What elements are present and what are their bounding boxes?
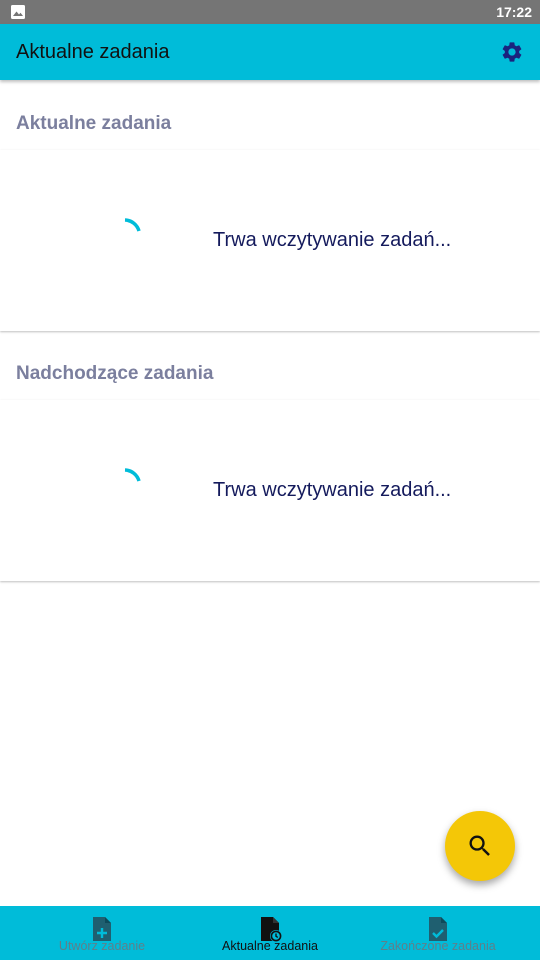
nav-current-tasks[interactable]: Aktualne zadania [180,906,360,960]
loading-spinner [124,468,141,482]
loading-spinner [124,218,141,232]
section-title-upcoming: Nadchodzące zadania [16,363,214,384]
nav-label: Utwórz zadanie [58,939,146,953]
nav-completed-tasks[interactable]: Zakończone zadania [348,906,528,960]
status-bar: 17:22 [0,0,540,24]
nav-create-task[interactable]: Utwórz zadanie [12,906,192,960]
page-title: Aktualne zadania [16,41,170,63]
search-button[interactable] [445,811,515,881]
loading-text: Trwa wczytywanie zadań... [213,229,452,251]
app-bar: Aktualne zadania [0,24,540,80]
section-title-current: Aktualne zadania [16,113,172,134]
nav-label: Aktualne zadania [222,939,318,953]
loading-text: Trwa wczytywanie zadań... [213,479,452,501]
image-icon [11,5,25,19]
upcoming-tasks-card: Trwa wczytywanie zadań... [0,400,540,581]
search-icon [469,835,490,856]
current-tasks-card: Trwa wczytywanie zadań... [0,150,540,331]
nav-label: Zakończone zadania [380,939,496,953]
status-clock: 17:22 [496,4,532,20]
gear-icon[interactable] [500,40,524,64]
bottom-navigation: Utwórz zadanie Aktualne zadania Zakończo… [0,906,540,960]
